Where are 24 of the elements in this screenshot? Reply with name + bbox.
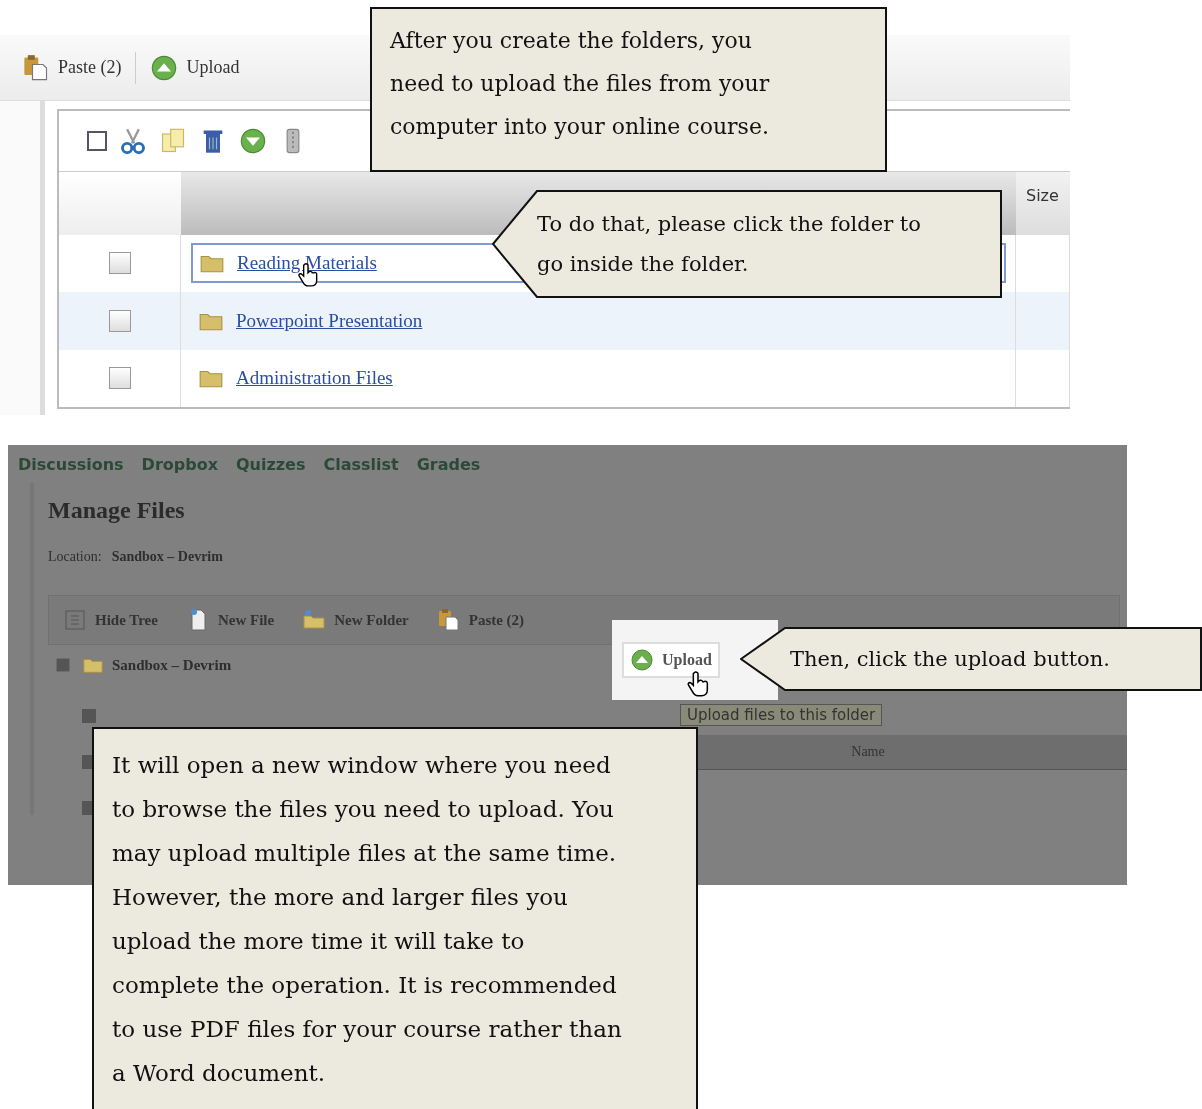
- nav-link[interactable]: Classlist: [323, 455, 399, 483]
- location-label: Location:: [48, 549, 102, 566]
- nav-link[interactable]: Discussions: [18, 455, 124, 483]
- paste-button[interactable]: Paste (2): [22, 53, 122, 82]
- tree-item[interactable]: Sandbox – Devrim: [112, 656, 232, 674]
- nav-link[interactable]: Grades: [416, 455, 481, 483]
- upload-button[interactable]: Upload: [150, 53, 240, 82]
- folder-link[interactable]: Administration Files: [191, 362, 398, 395]
- callout: It will open a new window where you need to browse the files you need to upload. You may upload multiple files at the same time. However, the more and larger files you upload the more time it will take to complete the operation. It is recommended to use PDF files for your course rather than a Word document.: [92, 727, 698, 1109]
- toolbar-button[interactable]: Upload: [622, 642, 720, 678]
- location-value: Sandbox – Devrim: [111, 549, 223, 566]
- callout: To do that, please click the folder to go inside the folder.: [492, 190, 1002, 298]
- toolbar-button[interactable]: New File: [179, 604, 281, 636]
- callout: Then, click the upload button.: [740, 627, 1202, 691]
- callout: After you create the folders, you need to upload the files from your computer into your online course.: [370, 7, 887, 172]
- toolbar-button[interactable]: New Folder: [296, 604, 415, 636]
- nav-link[interactable]: Quizzes: [236, 455, 306, 483]
- column-header: Size: [1016, 172, 1070, 235]
- toolbar-button[interactable]: Paste (2): [430, 604, 531, 636]
- toolbar-button[interactable]: Hide Tree: [57, 604, 164, 636]
- page-heading: Manage Files: [48, 496, 186, 525]
- tooltip: Upload files to this folder: [680, 704, 883, 726]
- nav-link[interactable]: Dropbox: [141, 455, 218, 483]
- folder-link[interactable]: Powerpoint Presentation: [191, 304, 428, 337]
